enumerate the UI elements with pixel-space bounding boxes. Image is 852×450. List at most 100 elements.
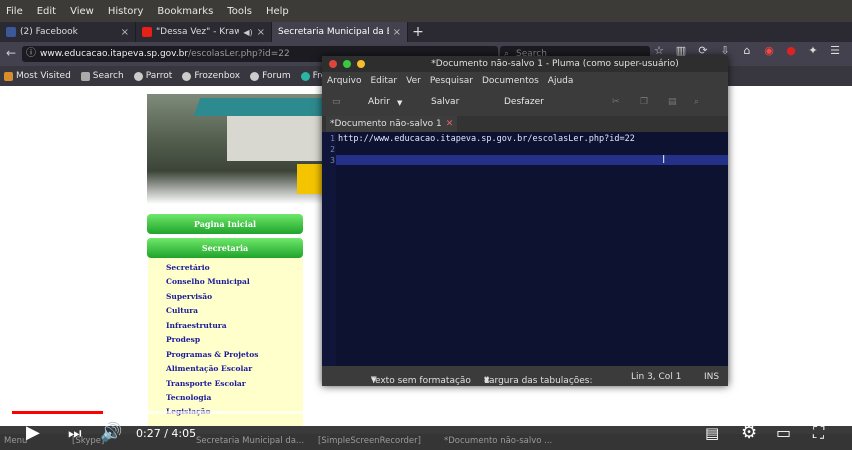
code-line: http://www.educacao.itapeva.sp.gov.br/es… bbox=[338, 134, 635, 144]
pluma-window: *Documento não-salvo 1 - Pluma (como sup… bbox=[322, 56, 728, 386]
globe-icon bbox=[133, 71, 143, 81]
info-icon[interactable]: ⓘ bbox=[26, 46, 36, 62]
back-icon[interactable]: ← bbox=[6, 46, 16, 60]
menu-history[interactable]: History bbox=[108, 6, 144, 17]
nav-secretaria[interactable]: Secretaria bbox=[147, 238, 303, 258]
player-controls: ▶ ⏭ 🔊 0:27 / 4:05 ▤ ⚙ ▭ ⛶ bbox=[0, 418, 852, 450]
find-icon[interactable]: ⌕ bbox=[694, 97, 699, 107]
fullscreen-icon[interactable]: ⛶ bbox=[813, 422, 824, 444]
text-editor-area[interactable]: 1 2 3 http://www.educacao.itapeva.sp.gov… bbox=[322, 132, 728, 366]
submenu-secretario[interactable]: Secretário bbox=[166, 263, 210, 272]
tab-secretaria[interactable]: Secretaria Municipal da Ed × bbox=[272, 22, 408, 42]
globe-icon bbox=[182, 71, 192, 81]
menu-tools[interactable]: Tools bbox=[227, 6, 252, 17]
tab-strip: (2) Facebook × "Dessa Vez" - Krawi ◀) × … bbox=[0, 22, 852, 42]
open-button[interactable]: Abrir bbox=[368, 97, 390, 107]
new-document-icon[interactable]: ▭ bbox=[332, 97, 341, 107]
video-frame: File Edit View History Bookmarks Tools H… bbox=[0, 0, 852, 450]
save-button[interactable]: Salvar bbox=[431, 97, 459, 107]
next-icon[interactable]: ⏭ bbox=[68, 422, 82, 444]
nav-pagina-inicial[interactable]: Pagina Inicial bbox=[147, 214, 303, 234]
chevron-down-icon: ▼ bbox=[484, 376, 490, 384]
submenu-programas[interactable]: Programas & Projetos bbox=[166, 350, 258, 359]
menu-edit[interactable]: Edit bbox=[37, 6, 56, 17]
tab-label: (2) Facebook bbox=[20, 27, 78, 37]
document-tab-strip: *Documento não-salvo 1 ✕ bbox=[322, 116, 728, 132]
pluma-statusbar: Texto sem formatação ▼ Largura das tabul… bbox=[322, 368, 728, 386]
undo-button[interactable]: Desfazer bbox=[504, 97, 544, 107]
hamburger-menu-icon[interactable]: ☰ bbox=[828, 44, 842, 57]
submenu-transporte[interactable]: Transporte Escolar bbox=[166, 379, 246, 388]
submenu-prodesp[interactable]: Prodesp bbox=[166, 335, 200, 344]
submenu-alimentacao[interactable]: Alimentação Escolar bbox=[166, 364, 252, 373]
pluma-toolbar: ▭ Abrir ▼ Salvar Desfazer ✂ ❐ ▤ ⌕ bbox=[322, 90, 728, 116]
bookmark-search[interactable]: Search bbox=[80, 71, 124, 81]
tab-close-icon[interactable]: × bbox=[257, 27, 265, 38]
school-banner-image bbox=[147, 94, 327, 204]
secretaria-submenu: Secretário Conselho Municipal Supervisão… bbox=[148, 258, 303, 426]
play-icon[interactable]: ▶ bbox=[26, 422, 40, 444]
submenu-cultura[interactable]: Cultura bbox=[166, 306, 198, 315]
submenu-tecnologia[interactable]: Tecnologia bbox=[166, 393, 211, 402]
bookmark-most-visited[interactable]: Most Visited bbox=[4, 71, 71, 81]
cut-icon[interactable]: ✂ bbox=[612, 97, 620, 107]
pluma-menu-documentos[interactable]: Documentos bbox=[482, 76, 539, 86]
close-tab-icon[interactable]: ✕ bbox=[446, 119, 454, 129]
volume-icon[interactable]: 🔊 bbox=[100, 422, 122, 444]
progress-bar-played bbox=[12, 411, 104, 414]
chevron-down-icon: ▼ bbox=[371, 376, 377, 384]
submenu-supervisao[interactable]: Supervisão bbox=[166, 292, 212, 301]
line-number: 3 bbox=[330, 156, 335, 165]
insert-mode: INS bbox=[704, 372, 720, 382]
close-window-icon[interactable] bbox=[329, 60, 337, 68]
menu-view[interactable]: View bbox=[70, 6, 94, 17]
chevron-down-icon[interactable]: ▼ bbox=[397, 99, 402, 107]
minimize-window-icon[interactable] bbox=[357, 60, 365, 68]
line-number-gutter bbox=[322, 132, 336, 366]
bookmark-parrot[interactable]: Parrot bbox=[133, 71, 172, 81]
submenu-conselho[interactable]: Conselho Municipal bbox=[166, 277, 250, 286]
extension-icon[interactable]: ✦ bbox=[806, 44, 820, 57]
pluma-menu-ver[interactable]: Ver bbox=[406, 76, 421, 86]
adblock-icon[interactable]: ● bbox=[784, 44, 798, 57]
pluma-menu-editar[interactable]: Editar bbox=[370, 76, 397, 86]
settings-gear-icon[interactable]: ⚙ bbox=[741, 422, 757, 444]
bookmark-forum[interactable]: Forum bbox=[250, 71, 291, 81]
menu-bookmarks[interactable]: Bookmarks bbox=[157, 6, 213, 17]
tab-youtube[interactable]: "Dessa Vez" - Krawi ◀) × bbox=[136, 22, 272, 42]
tab-label: "Dessa Vez" - Krawi bbox=[156, 27, 240, 37]
chat-icon bbox=[300, 71, 310, 81]
home-icon[interactable]: ⌂ bbox=[740, 44, 754, 57]
page-icon bbox=[80, 71, 90, 81]
line-number: 2 bbox=[330, 145, 335, 154]
theater-mode-icon[interactable]: ▭ bbox=[776, 422, 791, 444]
tab-close-icon[interactable]: × bbox=[393, 27, 401, 38]
current-line-highlight bbox=[336, 155, 728, 165]
tab-close-icon[interactable]: × bbox=[121, 27, 129, 38]
new-tab-button[interactable]: + bbox=[408, 22, 428, 42]
cursor-position: Lin 3, Col 1 bbox=[631, 372, 682, 382]
facebook-icon bbox=[6, 27, 16, 37]
pluma-menu-pesquisar[interactable]: Pesquisar bbox=[430, 76, 473, 86]
tab-facebook[interactable]: (2) Facebook × bbox=[0, 22, 136, 42]
pluma-menu-arquivo[interactable]: Arquivo bbox=[327, 76, 361, 86]
menu-file[interactable]: File bbox=[6, 6, 23, 17]
pluma-titlebar[interactable]: *Documento não-salvo 1 - Pluma (como sup… bbox=[322, 56, 728, 72]
paste-icon[interactable]: ▤ bbox=[668, 97, 677, 107]
document-tab[interactable]: *Documento não-salvo 1 ✕ bbox=[326, 116, 458, 132]
url-path: /escolasLer.php?id=22 bbox=[188, 49, 290, 59]
submenu-infraestrutura[interactable]: Infraestrutura bbox=[166, 321, 227, 330]
folder-icon bbox=[4, 71, 13, 81]
maximize-window-icon[interactable] bbox=[343, 60, 351, 68]
pluma-menu-ajuda[interactable]: Ajuda bbox=[548, 76, 574, 86]
url-host: www.educacao.itapeva.sp.gov.br bbox=[40, 49, 189, 59]
copy-icon[interactable]: ❐ bbox=[640, 97, 648, 107]
tab-label: Secretaria Municipal da Ed bbox=[278, 27, 389, 37]
pluma-menubar: Arquivo Editar Ver Pesquisar Documentos … bbox=[322, 72, 728, 90]
speaker-icon[interactable]: ◀) bbox=[243, 28, 252, 37]
subtitles-icon[interactable]: ▤ bbox=[705, 422, 719, 444]
menu-help[interactable]: Help bbox=[266, 6, 289, 17]
bookmark-frozenbox[interactable]: Frozenbox bbox=[182, 71, 240, 81]
document-tab-label: *Documento não-salvo 1 bbox=[330, 119, 442, 129]
addon-icon[interactable]: ◉ bbox=[762, 44, 776, 57]
